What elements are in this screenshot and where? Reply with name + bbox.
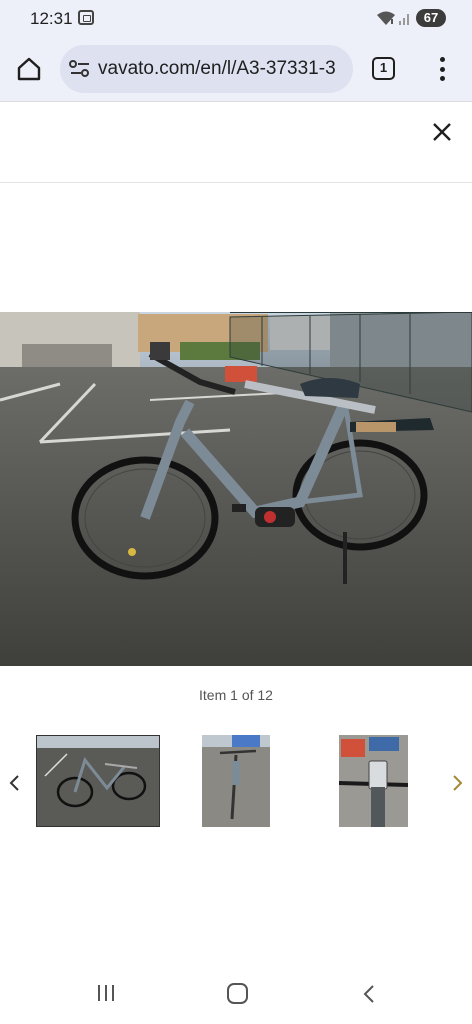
- home-icon: [17, 57, 41, 81]
- chevron-left-icon[interactable]: [6, 772, 24, 794]
- recents-icon[interactable]: [96, 984, 116, 1002]
- browser-toolbar: vavato.com/en/l/A3-37331-3 1: [0, 36, 472, 102]
- thumbnail-3[interactable]: [339, 735, 408, 827]
- signal-icon: [399, 14, 409, 25]
- thumbnail-2-image: [202, 735, 270, 827]
- status-bar: 12:31 67: [0, 0, 472, 36]
- screenshot-icon: [78, 10, 94, 25]
- chevron-right-icon[interactable]: [448, 772, 466, 794]
- lightbox-header: [0, 103, 472, 183]
- home-circle-icon[interactable]: [227, 983, 248, 1004]
- main-photo[interactable]: [0, 312, 472, 666]
- site-settings-icon[interactable]: [69, 59, 91, 79]
- menu-dot: [439, 66, 445, 72]
- thumbnail-1-image: [37, 736, 159, 826]
- thumbnail-3-image: [339, 735, 408, 827]
- system-nav-bar: [0, 968, 472, 1024]
- image-counter: Item 1 of 12: [199, 687, 273, 703]
- wifi-icon: [377, 11, 395, 25]
- menu-dot: [439, 57, 445, 62]
- menu-dot: [439, 76, 445, 81]
- bike-photo: [0, 312, 472, 666]
- close-icon[interactable]: [428, 118, 456, 146]
- more-vert-icon[interactable]: [432, 54, 452, 84]
- thumbnail-2[interactable]: [202, 735, 270, 827]
- address-bar[interactable]: vavato.com/en/l/A3-37331-3: [60, 45, 353, 93]
- back-icon[interactable]: [362, 984, 376, 1004]
- tabs-button[interactable]: 1: [372, 57, 395, 80]
- home-button[interactable]: [15, 55, 43, 83]
- thumbnail-1[interactable]: [36, 735, 160, 827]
- battery-icon: 67: [416, 9, 446, 27]
- url-text[interactable]: vavato.com/en/l/A3-37331-3: [98, 58, 348, 80]
- status-time: 12:31: [30, 9, 73, 28]
